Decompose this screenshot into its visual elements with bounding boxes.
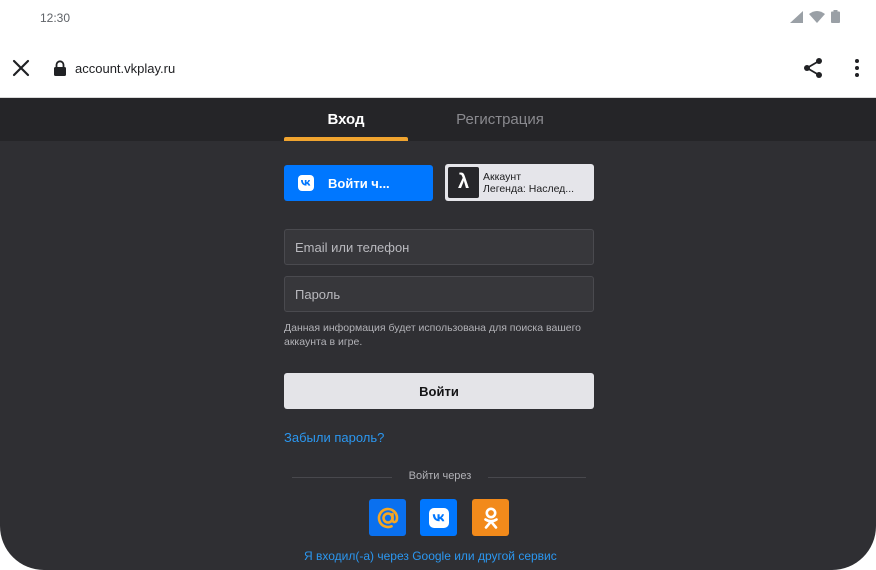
browser-toolbar: account.vkplay.ru	[0, 36, 876, 98]
legend-label-line1: Аккаунт	[483, 170, 522, 183]
forgot-password-link[interactable]: Забыли пароль?	[284, 430, 384, 445]
phone-screen: 12:30 account.vkplay.ru Вход Регистрация…	[0, 0, 876, 570]
status-icons	[790, 10, 840, 23]
vk-icon	[298, 175, 314, 191]
close-icon[interactable]	[11, 58, 31, 78]
legend-account-button[interactable]: λ Аккаунт Легенда: Наслед...	[445, 164, 594, 201]
email-field[interactable]	[284, 229, 594, 265]
divider-left	[292, 477, 392, 478]
divider-right	[488, 477, 586, 478]
auth-tabs: Вход Регистрация	[0, 98, 876, 141]
tab-register[interactable]: Регистрация	[430, 98, 570, 141]
legend-account-label: Аккаунт Легенда: Наслед...	[483, 171, 591, 195]
more-options-icon[interactable]	[852, 58, 862, 78]
vk-social-login-button[interactable]	[420, 499, 457, 536]
battery-icon	[831, 10, 840, 23]
mail-ru-login-button[interactable]	[369, 499, 406, 536]
legend-logo-icon: λ	[448, 167, 479, 198]
status-time: 12:30	[40, 11, 71, 25]
alt-login-link[interactable]: Я входил(-а) через Google или другой сер…	[304, 549, 557, 563]
cellular-signal-icon	[790, 10, 803, 23]
ok-login-button[interactable]	[472, 499, 509, 536]
share-icon[interactable]	[802, 57, 824, 79]
ok-icon	[483, 507, 498, 529]
login-via-label: Войти через	[408, 470, 472, 482]
url-text[interactable]: account.vkplay.ru	[75, 61, 175, 76]
vk-login-label: Войти ч...	[328, 175, 390, 191]
status-bar: 12:30	[0, 0, 876, 36]
wifi-icon	[809, 10, 825, 23]
lock-icon[interactable]	[53, 60, 67, 76]
form-hint: Данная информация будет использована для…	[284, 322, 582, 348]
active-tab-indicator	[284, 137, 408, 141]
tab-login[interactable]: Вход	[284, 98, 408, 141]
vk-login-button[interactable]: Войти ч...	[284, 165, 433, 201]
vk-icon	[428, 507, 449, 528]
mail-ru-icon	[377, 507, 398, 528]
login-submit-button[interactable]: Войти	[284, 373, 594, 409]
password-field[interactable]	[284, 276, 594, 312]
legend-label-line2: Легенда: Наслед...	[483, 182, 575, 195]
